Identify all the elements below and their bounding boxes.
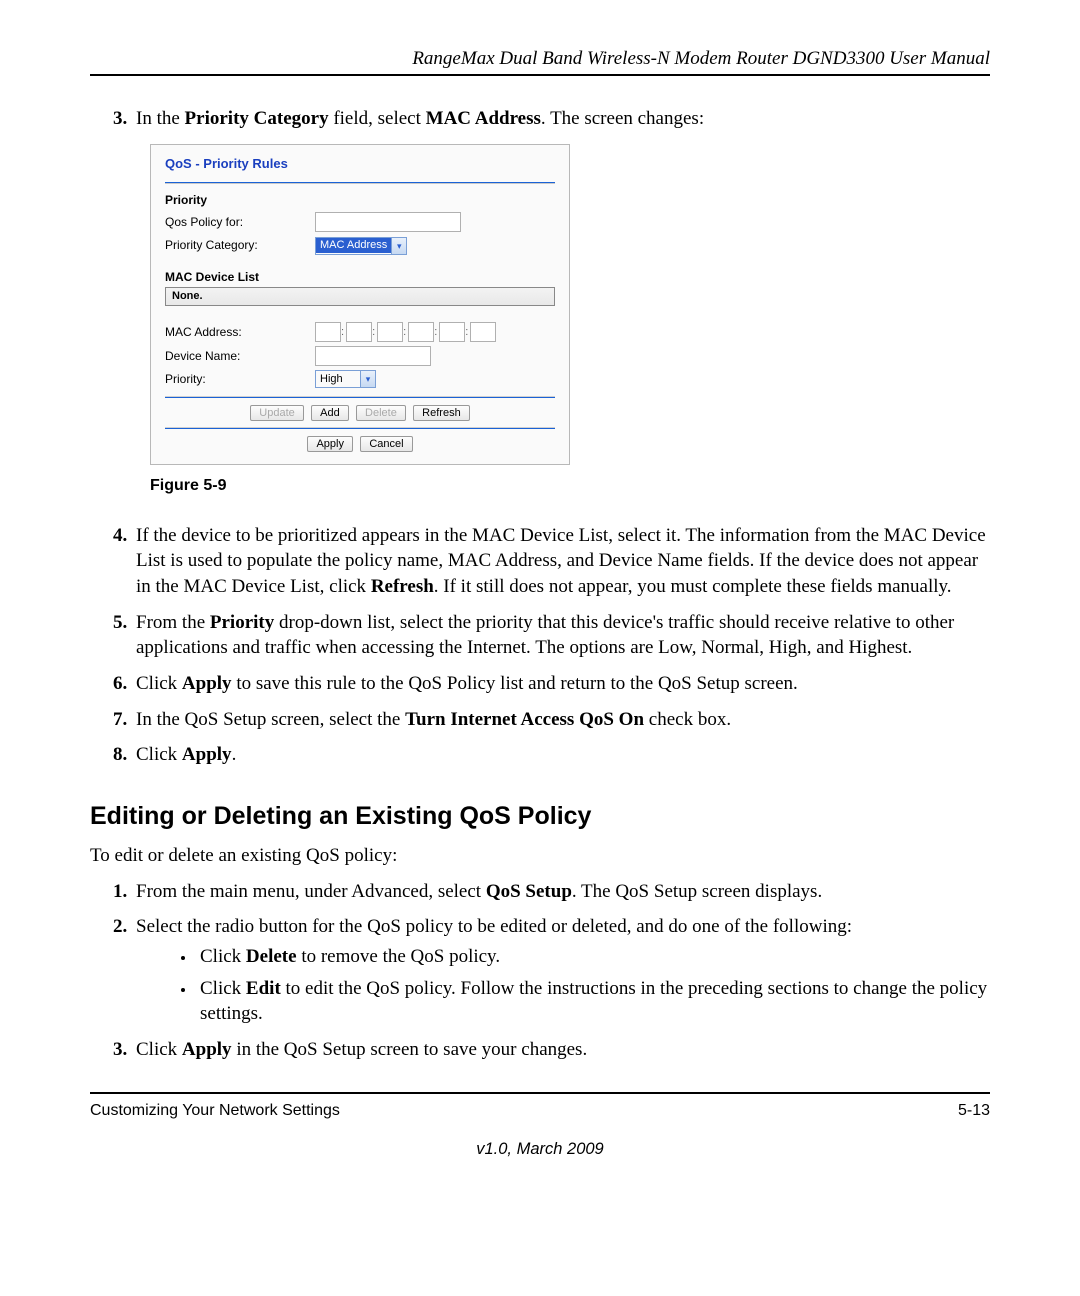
sub-bullet-edit: Click Edit to edit the QoS policy. Follo…	[196, 976, 990, 1027]
qos-policy-label: Qos Policy for:	[165, 210, 315, 234]
text: In the	[136, 108, 185, 129]
separator	[165, 427, 555, 429]
figure-caption: Figure 5-9	[150, 475, 990, 497]
text: Select the radio button for the QoS poli…	[136, 916, 852, 937]
step-5: From the Priority drop-down list, select…	[132, 610, 990, 661]
text-bold: Apply	[182, 744, 232, 765]
text: In the QoS Setup screen, select the	[136, 709, 405, 730]
text: . If it still does not appear, you must …	[434, 576, 952, 597]
page-footer: Customizing Your Network Settings 5-13	[90, 1102, 990, 1120]
text: to save this rule to the QoS Policy list…	[232, 673, 798, 694]
mac-device-list[interactable]: None.	[165, 287, 555, 306]
footer-left: Customizing Your Network Settings	[90, 1102, 340, 1120]
text: From the	[136, 612, 210, 633]
figure-wrap: QoS - Priority Rules Priority Qos Policy…	[136, 144, 990, 497]
mac-device-list-heading: MAC Device List	[165, 269, 555, 285]
update-button[interactable]: Update	[250, 405, 303, 421]
priority-category-label: Priority Category:	[165, 234, 315, 256]
priority-label: Priority:	[165, 368, 315, 390]
qos-screenshot: QoS - Priority Rules Priority Qos Policy…	[150, 144, 570, 466]
device-name-input[interactable]	[315, 346, 431, 366]
qos-policy-input[interactable]	[315, 212, 461, 232]
separator	[165, 396, 555, 398]
mac-form: MAC Address: ::::: Device Name: Priority…	[165, 320, 555, 390]
mac-octet-1[interactable]	[315, 322, 341, 342]
text: Click	[136, 673, 182, 694]
chevron-down-icon: ▾	[360, 371, 375, 387]
manual-page: RangeMax Dual Band Wireless-N Modem Rout…	[0, 0, 1080, 1199]
text-bold: Apply	[182, 673, 232, 694]
mac-address-inputs: :::::	[315, 320, 555, 344]
text: Click	[200, 978, 246, 999]
text: From the main menu, under Advanced, sele…	[136, 881, 486, 902]
page-header: RangeMax Dual Band Wireless-N Modem Rout…	[90, 48, 990, 70]
text: field, select	[329, 108, 426, 129]
edit-step-2: Select the radio button for the QoS poli…	[132, 914, 990, 1027]
step-7: In the QoS Setup screen, select the Turn…	[132, 707, 990, 733]
step-6: Click Apply to save this rule to the QoS…	[132, 671, 990, 697]
text-bold: Priority	[210, 612, 274, 633]
text: to remove the QoS policy.	[297, 946, 501, 967]
page-footer-version-row: v1.0, March 2009	[90, 1122, 990, 1159]
device-name-label: Device Name:	[165, 344, 315, 368]
separator	[165, 182, 555, 184]
refresh-button[interactable]: Refresh	[413, 405, 470, 421]
step-4: If the device to be prioritized appears …	[132, 523, 990, 600]
sub-bullet-delete: Click Delete to remove the QoS policy.	[196, 944, 990, 970]
text-bold: Turn Internet Access QoS On	[405, 709, 644, 730]
priority-form: Qos Policy for: Priority Category: MAC A…	[165, 210, 555, 256]
steps-list-continued: In the Priority Category field, select M…	[90, 106, 990, 768]
text: . The screen changes:	[541, 108, 704, 129]
edit-step-3: Click Apply in the QoS Setup screen to s…	[132, 1037, 990, 1063]
text-bold: Priority Category	[185, 108, 329, 129]
text: .	[232, 744, 237, 765]
text: Click	[200, 946, 246, 967]
edit-step-1: From the main menu, under Advanced, sele…	[132, 879, 990, 905]
mac-address-label: MAC Address:	[165, 320, 315, 344]
mac-octet-5[interactable]	[439, 322, 465, 342]
edit-steps-list: From the main menu, under Advanced, sele…	[90, 879, 990, 1063]
text: to edit the QoS policy. Follow the instr…	[200, 978, 987, 1025]
mac-octet-2[interactable]	[346, 322, 372, 342]
section-heading: Editing or Deleting an Existing QoS Poli…	[90, 802, 990, 831]
intro-text: To edit or delete an existing QoS policy…	[90, 843, 990, 869]
qos-title: QoS - Priority Rules	[165, 155, 555, 173]
text-bold: MAC Address	[426, 108, 541, 129]
priority-select[interactable]: High ▾	[315, 370, 376, 388]
footer-right: 5-13	[958, 1102, 990, 1120]
mac-octet-3[interactable]	[377, 322, 403, 342]
select-value: MAC Address	[316, 238, 391, 253]
step-8: Click Apply.	[132, 742, 990, 768]
chevron-down-icon: ▾	[391, 238, 406, 254]
mac-octet-4[interactable]	[408, 322, 434, 342]
button-row-2: Apply Cancel	[165, 435, 555, 452]
add-button[interactable]: Add	[311, 405, 349, 421]
apply-button[interactable]: Apply	[307, 436, 353, 452]
footer-version: v1.0, March 2009	[90, 1140, 990, 1159]
header-rule	[90, 74, 990, 76]
priority-heading: Priority	[165, 192, 555, 208]
delete-button[interactable]: Delete	[356, 405, 406, 421]
text: . The QoS Setup screen displays.	[572, 881, 822, 902]
text: in the QoS Setup screen to save your cha…	[232, 1039, 588, 1060]
button-row-1: Update Add Delete Refresh	[165, 404, 555, 421]
priority-category-select[interactable]: MAC Address ▾	[315, 237, 407, 255]
text-bold: Edit	[246, 978, 281, 999]
text-bold: Delete	[246, 946, 297, 967]
text-bold: Apply	[182, 1039, 232, 1060]
text: check box.	[644, 709, 731, 730]
text-bold: Refresh	[371, 576, 434, 597]
mac-octet-6[interactable]	[470, 322, 496, 342]
cancel-button[interactable]: Cancel	[360, 436, 412, 452]
step-3: In the Priority Category field, select M…	[132, 106, 990, 497]
sub-bullets: Click Delete to remove the QoS policy. C…	[196, 944, 990, 1027]
text-bold: QoS Setup	[486, 881, 572, 902]
select-value: High	[316, 372, 360, 387]
text: Click	[136, 1039, 182, 1060]
footer-rule	[90, 1092, 990, 1094]
text: Click	[136, 744, 182, 765]
